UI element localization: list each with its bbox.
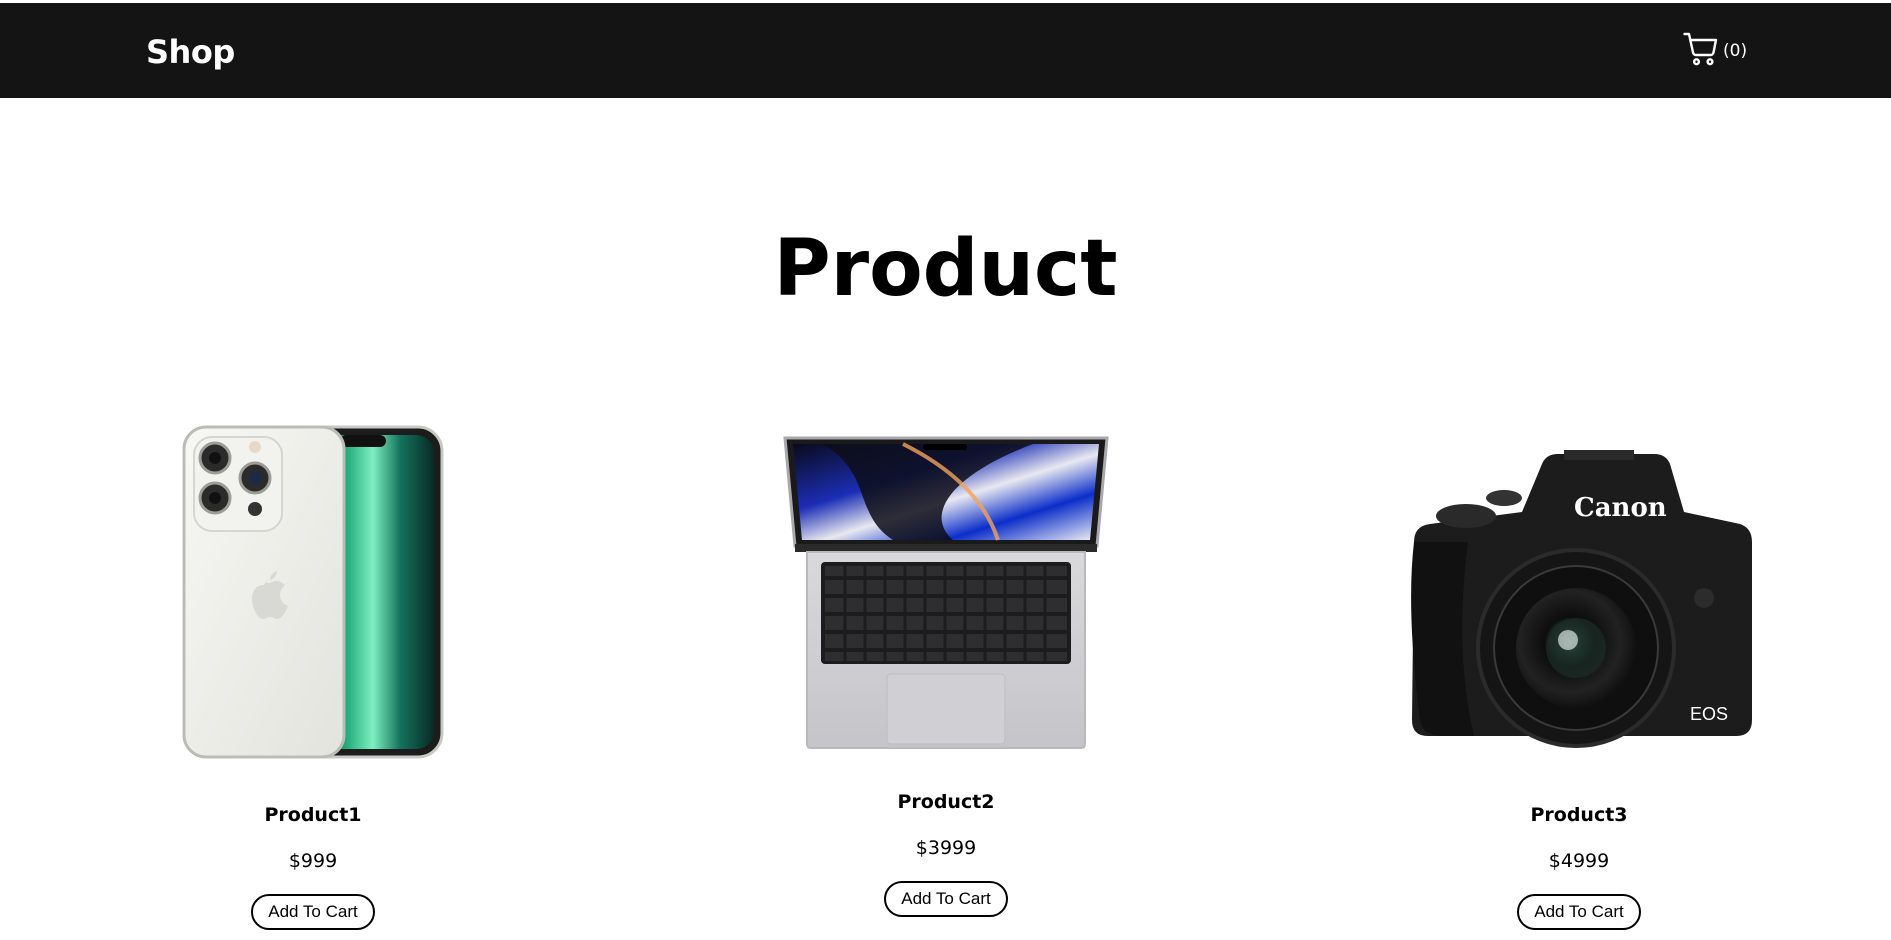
add-to-cart-button[interactable]: Add To Cart	[1517, 894, 1641, 930]
product-name: Product1	[264, 804, 362, 826]
product-price: $4999	[1548, 850, 1610, 872]
laptop-image	[783, 434, 1109, 750]
cart-count: (0)	[1723, 40, 1748, 61]
svg-text:EOS: EOS	[1690, 704, 1728, 724]
product-price: $999	[288, 850, 338, 872]
navbar: Shop (0)	[0, 3, 1891, 98]
product-card: Product2 $3999 Add To Cart	[736, 420, 1156, 940]
shopping-cart-icon	[1683, 31, 1719, 67]
product-card: Canon EOS Product3 $4999 Add To Cart	[1369, 420, 1789, 940]
page-title: Product	[773, 224, 1118, 314]
cart-button[interactable]: (0)	[1683, 29, 1747, 69]
product-name: Product2	[897, 791, 995, 813]
add-to-cart-button[interactable]: Add To Cart	[884, 881, 1008, 917]
camera-image: Canon EOS	[1404, 450, 1754, 756]
brand-logo[interactable]: Shop	[146, 33, 235, 71]
add-to-cart-button[interactable]: Add To Cart	[251, 894, 375, 930]
smartphone-image	[182, 425, 444, 759]
svg-text:Canon: Canon	[1574, 493, 1667, 523]
product-price: $3999	[915, 837, 977, 859]
product-name: Product3	[1530, 804, 1628, 826]
product-card: Product1 $999 Add To Cart	[103, 420, 523, 940]
